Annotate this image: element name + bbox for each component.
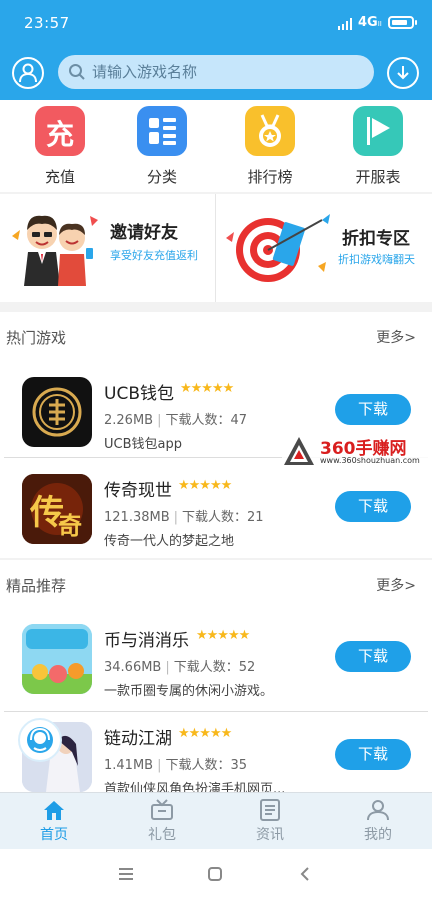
status-bar: 23:57 4GII xyxy=(0,0,432,48)
tab-gift[interactable]: 礼包 xyxy=(108,793,216,850)
bottom-tab-bar: 首页 礼包 资讯 我的 xyxy=(0,792,432,849)
banner-subtitle: 折扣游戏嗨翻天 xyxy=(338,253,415,266)
game-meta: 34.66MB | 下载人数：52 xyxy=(104,660,256,675)
download-count: 下载人数：47 xyxy=(165,413,248,428)
svg-text:奇: 奇 xyxy=(58,511,82,540)
banner-title: 邀请好友 xyxy=(110,223,178,243)
banner-title: 折扣专区 xyxy=(342,229,410,249)
section-title: 热门游戏 xyxy=(6,329,67,347)
network-type: 4GII xyxy=(358,15,382,30)
game-description: UCB钱包app xyxy=(104,437,182,452)
download-button[interactable]: 下载 xyxy=(335,491,411,522)
quick-nav: 充 充值 分类 排行榜 开服表 xyxy=(0,100,432,192)
game-size: 121.38MB xyxy=(104,510,170,525)
quick-nav-label: 排行榜 xyxy=(247,168,293,186)
tab-profile[interactable]: 我的 xyxy=(324,793,432,850)
game-name: 币与消消乐 xyxy=(104,631,189,651)
download-count: 下载人数：35 xyxy=(165,758,248,773)
rating-stars: ★★★★★ xyxy=(180,381,234,396)
game-name: 链动江湖 xyxy=(104,729,172,749)
recommended-section: 精品推荐 更多> 币与消消乐 ★★★★★ 34.66MB | 下载人数：52 一款币… xyxy=(0,560,432,797)
game-icon-legend: 传奇 xyxy=(22,474,92,544)
download-count: 下载人数：52 xyxy=(173,660,256,675)
section-header: 精品推荐 更多> xyxy=(0,560,432,612)
signal-icon xyxy=(338,18,354,30)
game-item[interactable]: 传奇 传奇现世 ★★★★★ 121.38MB | 下载人数：21 传奇一代人的梦起之… xyxy=(0,474,432,572)
more-link[interactable]: 更多> xyxy=(376,327,416,347)
tab-label: 礼包 xyxy=(148,827,176,843)
quick-nav-recharge[interactable]: 充 充值 xyxy=(30,106,90,188)
quick-nav-label: 分类 xyxy=(146,168,177,186)
status-time: 23:57 xyxy=(24,14,70,32)
rating-stars: ★★★★★ xyxy=(196,628,250,643)
game-size: 2.26MB xyxy=(104,413,154,428)
watermark-url: www.360shouzhuan.com xyxy=(320,456,420,465)
game-meta: 2.26MB | 下载人数：47 xyxy=(104,413,248,428)
section-title: 精品推荐 xyxy=(6,577,67,595)
tab-label: 我的 xyxy=(364,827,392,843)
download-button[interactable]: 下载 xyxy=(335,394,411,425)
user-icon[interactable] xyxy=(12,57,44,89)
target-dartboard-illustration xyxy=(226,214,330,282)
game-icon-ucb-wallet xyxy=(22,377,92,447)
download-manager-icon[interactable] xyxy=(387,57,419,89)
quick-nav-category[interactable]: 分类 xyxy=(132,106,192,188)
game-size: 34.66MB xyxy=(104,660,162,675)
server-flag-icon xyxy=(353,106,403,156)
game-icon-coin-match xyxy=(22,624,92,694)
quick-nav-label: 开服表 xyxy=(355,168,401,186)
search-input[interactable] xyxy=(92,60,362,84)
invite-friends-banner[interactable]: 邀请好友 享受好友充值返利 xyxy=(0,194,215,302)
tab-label: 首页 xyxy=(40,827,68,843)
game-meta: 1.41MB | 下载人数：35 xyxy=(104,758,248,773)
home-square-icon[interactable] xyxy=(208,867,222,881)
search-icon xyxy=(69,64,85,80)
promo-banners: 邀请好友 享受好友充值返利 折扣专区 折扣游戏嗨翻天 xyxy=(0,194,432,302)
more-link[interactable]: 更多> xyxy=(376,575,416,595)
game-description: 一款币圈专属的休闲小游戏。 xyxy=(104,684,274,699)
app-header: 23:57 4GII xyxy=(0,0,432,100)
profile-icon xyxy=(367,800,389,821)
system-navigation-bar xyxy=(0,849,432,900)
download-count: 下载人数：21 xyxy=(182,510,264,525)
download-button[interactable]: 下载 xyxy=(335,739,411,770)
section-header: 热门游戏 更多> xyxy=(0,312,432,364)
customer-service-icon[interactable] xyxy=(18,718,62,762)
game-size: 1.41MB xyxy=(104,758,154,773)
menu-icon[interactable] xyxy=(118,868,134,880)
invite-friends-illustration xyxy=(12,215,98,286)
game-name: 传奇现世 xyxy=(104,481,172,501)
gift-tv-icon xyxy=(151,799,173,820)
divider xyxy=(4,711,428,712)
tab-label: 资讯 xyxy=(256,827,284,843)
back-icon[interactable] xyxy=(300,867,310,881)
home-icon xyxy=(44,801,64,820)
game-name: UCB钱包 xyxy=(104,384,174,404)
download-button[interactable]: 下载 xyxy=(335,641,411,672)
game-description: 传奇一代人的梦起之地 xyxy=(104,534,235,549)
recharge-icon: 充 xyxy=(35,106,85,156)
game-meta: 121.38MB | 下载人数：21 xyxy=(104,510,264,525)
battery-icon xyxy=(388,16,417,29)
quick-nav-server-list[interactable]: 开服表 xyxy=(348,106,408,188)
game-item[interactable]: 币与消消乐 ★★★★★ 34.66MB | 下载人数：52 一款币圈专属的休闲小游戏… xyxy=(0,624,432,722)
tab-home[interactable]: 首页 xyxy=(0,793,108,850)
category-icon xyxy=(137,106,187,156)
search-bar[interactable] xyxy=(58,55,374,89)
rating-stars: ★★★★★ xyxy=(178,478,232,493)
tab-news[interactable]: 资讯 xyxy=(216,793,324,850)
quick-nav-label: 充值 xyxy=(44,168,75,186)
quick-nav-ranking[interactable]: 排行榜 xyxy=(240,106,300,188)
news-icon xyxy=(260,799,280,821)
watermark-logo-icon xyxy=(284,437,314,465)
banner-subtitle: 享受好友充值返利 xyxy=(110,249,198,262)
discount-zone-banner[interactable]: 折扣专区 折扣游戏嗨翻天 xyxy=(216,194,431,302)
site-watermark: 360手赚网 www.360shouzhuan.com xyxy=(282,434,428,470)
rating-stars: ★★★★★ xyxy=(178,726,232,741)
ranking-medal-icon xyxy=(245,106,295,156)
